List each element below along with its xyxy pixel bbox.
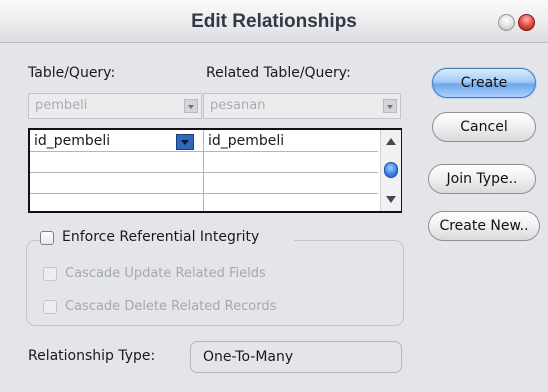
relationship-type-label: Relationship Type: xyxy=(28,348,156,364)
grid-column-divider xyxy=(203,130,204,211)
table-query-label: Table/Query: xyxy=(28,65,116,81)
enforce-integrity-label[interactable]: Enforce Referential Integrity xyxy=(62,229,259,245)
enforce-integrity-option[interactable]: Enforce Referential Integrity xyxy=(40,229,294,249)
grid-row-divider xyxy=(30,151,378,152)
create-button[interactable]: Create xyxy=(432,68,536,98)
table-combo-value: pembeli xyxy=(35,98,88,113)
scroll-up-arrow-icon[interactable] xyxy=(386,138,396,145)
chevron-down-icon[interactable] xyxy=(383,99,397,113)
close-button[interactable] xyxy=(518,14,535,31)
create-new-button[interactable]: Create New.. xyxy=(428,211,540,241)
scroll-thumb[interactable] xyxy=(384,162,398,178)
grid-row-divider xyxy=(30,193,378,194)
related-table-query-label: Related Table/Query: xyxy=(206,65,351,81)
scroll-down-arrow-icon[interactable] xyxy=(386,196,396,203)
chevron-down-icon[interactable] xyxy=(184,99,198,113)
cascade-update-label: Cascade Update Related Fields xyxy=(65,266,266,281)
minimize-button[interactable] xyxy=(498,14,515,31)
enforce-integrity-checkbox[interactable] xyxy=(40,231,54,245)
field-dropdown-icon[interactable] xyxy=(176,134,194,150)
grid-cell-right-0[interactable]: id_pembeli xyxy=(208,133,284,149)
grid-row-divider xyxy=(30,172,378,173)
cascade-update-checkbox xyxy=(43,267,57,281)
table-combo[interactable]: pembeli xyxy=(28,93,202,119)
cascade-delete-checkbox xyxy=(43,300,57,314)
grid-cell-left-0[interactable]: id_pembeli xyxy=(34,133,110,149)
window-title: Edit Relationships xyxy=(191,11,357,32)
relationship-type-value: One-To-Many xyxy=(203,349,294,365)
cascade-delete-label: Cascade Delete Related Records xyxy=(65,299,277,314)
field-grid: id_pembeli id_pembeli xyxy=(28,128,402,213)
cancel-button[interactable]: Cancel xyxy=(432,112,536,142)
related-table-combo[interactable]: pesanan xyxy=(203,93,401,119)
referential-integrity-group: Cascade Update Related Fields Cascade De… xyxy=(26,240,404,326)
title-bar: Edit Relationships xyxy=(0,0,548,43)
related-table-combo-value: pesanan xyxy=(210,98,266,113)
relationship-type-field: One-To-Many xyxy=(190,341,402,373)
grid-scrollbar[interactable] xyxy=(380,130,401,211)
join-type-button[interactable]: Join Type.. xyxy=(428,164,536,194)
